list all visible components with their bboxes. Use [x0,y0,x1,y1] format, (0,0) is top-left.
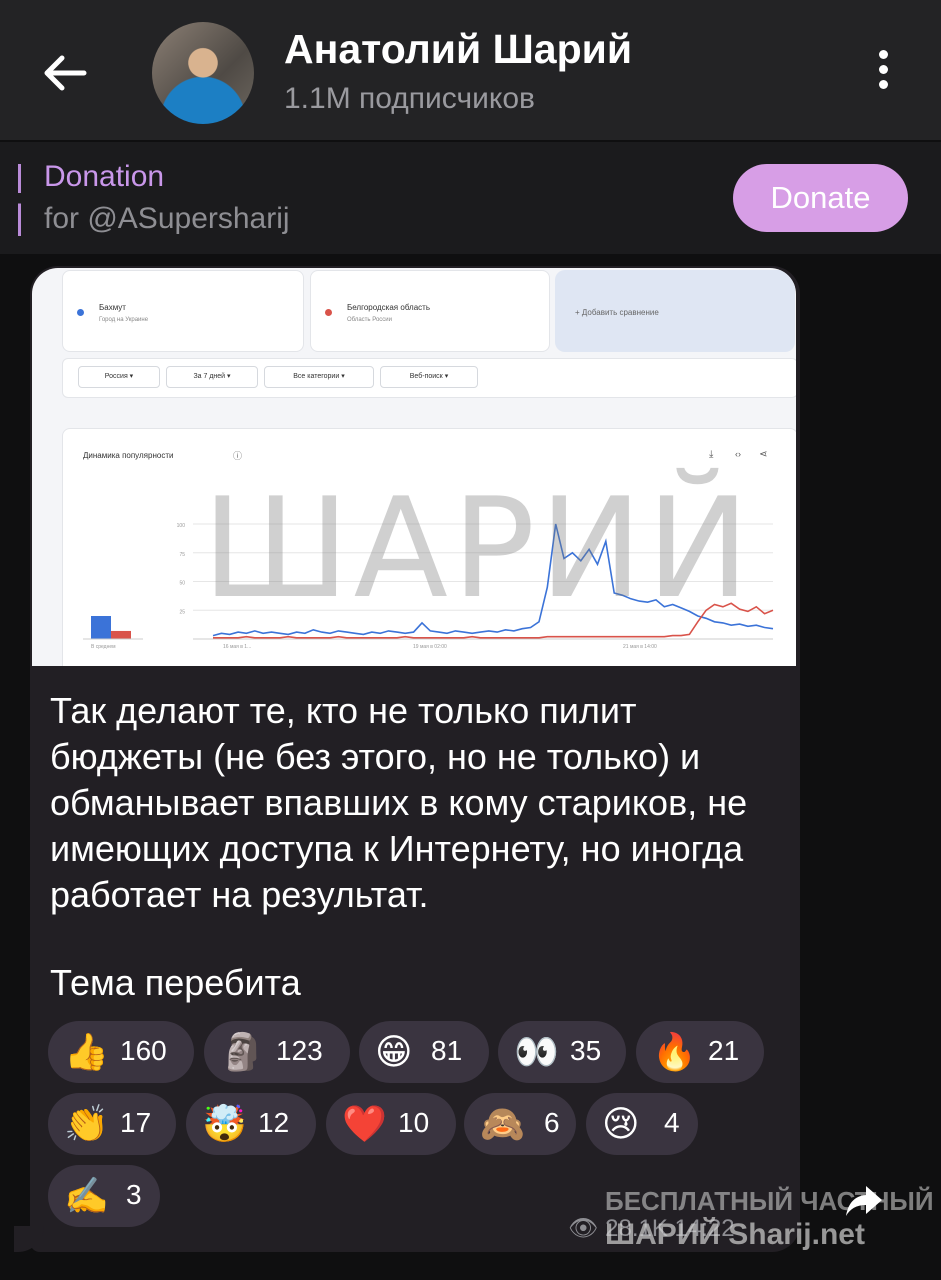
add-compare-label: + Добавить сравнение [575,308,659,317]
term-desc-1: Город на Украине [99,317,149,323]
reaction-count: 6 [544,1107,560,1138]
crying-face-icon: 😢 [602,1103,640,1144]
x-tick-label: 16 мая в 1... [223,644,251,650]
reaction-mind-blown[interactable]: 🤯 12 [186,1093,316,1155]
fire-icon: 🔥 [652,1031,697,1072]
clap-icon: 👏 [64,1103,109,1144]
add-compare-card: + Добавить сравнение [555,270,795,352]
y-tick-label: 100 [177,523,186,529]
channel-title[interactable]: Анатолий Шарий [284,26,632,73]
filter-region: Россия ▾ [78,366,160,388]
views-icon: 👁 [568,1215,599,1242]
message-text-2: Тема перебита [50,962,301,1003]
filter-period: За 7 дней ▾ [166,366,258,388]
term-dot-1 [77,309,84,316]
reaction-thumbs-up[interactable]: 👍 160 [48,1021,194,1083]
reaction-count: 3 [126,1179,142,1210]
reaction-count: 4 [664,1107,680,1138]
grin-icon: 😁 [375,1031,413,1072]
x-tick-label: 21 мая в 14:00 [623,644,657,650]
reaction-see-no-evil[interactable]: 🙈 6 [464,1093,576,1155]
y-tick-label: 25 [179,609,185,615]
channel-avatar[interactable] [152,22,254,124]
reaction-eyes[interactable]: 👀 35 [498,1021,626,1083]
reaction-count: 123 [276,1035,323,1066]
eyes-icon: 👀 [514,1031,559,1072]
term-name-1: Бахмут [99,303,126,312]
y-tick-label: 75 [179,552,185,558]
reaction-count: 160 [120,1035,167,1066]
reaction-count: 12 [258,1107,290,1138]
pinned-title: Donation [44,160,165,193]
reaction-cry[interactable]: 😢 4 [586,1093,698,1155]
watermark-text: ШАРИЙ [202,468,754,629]
subscriber-count: 1.1M подписчиков [284,82,535,115]
term-desc-2: Область России [347,317,392,323]
reaction-writing-hand[interactable]: ✍️ 3 [48,1165,160,1227]
avg-label: В среднем [91,644,116,650]
term-card-2: Белгородская область Область России [310,270,550,352]
forward-share-icon[interactable] [842,1178,886,1222]
message-image[interactable]: Бахмут Город на Украине Белгородская обл… [32,268,796,666]
average-bar [91,616,111,639]
term-name-2: Белгородская область [347,303,430,312]
more-menu-icon[interactable] [866,50,900,96]
x-tick-label: 19 мая в 02:00 [413,644,447,650]
overlay-watermark-line2: ШАРИЙ Sharij.net [605,1218,865,1251]
heart-icon: ❤️ [342,1103,387,1144]
back-arrow-icon[interactable] [40,48,90,98]
reaction-grin[interactable]: 😁 81 [359,1021,489,1083]
message-text: Так делают те, кто не только пилит бюдже… [50,690,748,915]
reaction-heart[interactable]: ❤️ 10 [326,1093,456,1155]
pinned-indicator [18,164,21,236]
writing-hand-icon: ✍️ [64,1175,109,1216]
filter-search-type: Веб-поиск ▾ [380,366,478,388]
reaction-fire[interactable]: 🔥 21 [636,1021,764,1083]
reaction-count: 10 [398,1107,430,1138]
filter-category: Все категории ▾ [264,366,374,388]
moai-icon: 🗿 [220,1031,265,1072]
reaction-count: 17 [120,1107,152,1138]
pinned-subtitle: for @ASupersharij [44,202,290,235]
reaction-clap[interactable]: 👏 17 [48,1093,176,1155]
thumbs-up-icon: 👍 [64,1031,109,1072]
reaction-count: 35 [570,1035,602,1066]
monkey-icon: 🙈 [480,1103,525,1144]
reaction-moai[interactable]: 🗿 123 [204,1021,350,1083]
term-dot-2 [325,309,332,316]
term-card-1: Бахмут Город на Украине [62,270,304,352]
mind-blown-icon: 🤯 [202,1103,247,1144]
reaction-count: 81 [431,1035,463,1066]
donate-button[interactable]: Donate [733,164,908,232]
reaction-count: 21 [708,1035,740,1066]
average-bar [111,630,131,639]
y-tick-label: 50 [179,581,185,587]
